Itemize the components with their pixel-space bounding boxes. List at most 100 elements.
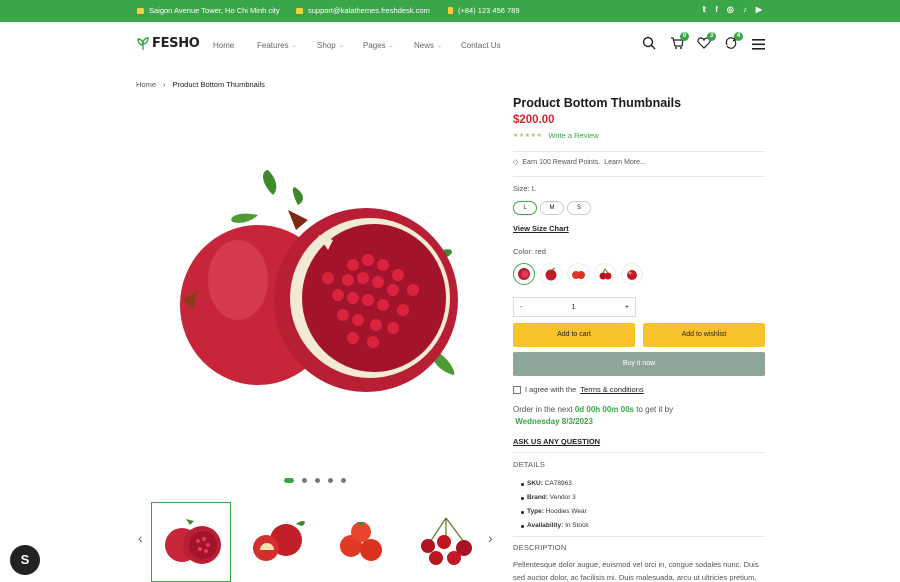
compare-button[interactable]: 4	[724, 32, 743, 52]
detail-key: Brand:	[527, 494, 548, 501]
product-info-panel: Product Bottom Thumbnails $200.00 ★★★★★ …	[513, 96, 765, 582]
terms-agreement: I agree with the Terms & conditions	[513, 385, 644, 394]
size-options: L M S	[513, 201, 591, 215]
detail-brand: Brand: Vendor 3	[521, 491, 589, 505]
divider	[513, 151, 765, 152]
search-button[interactable]	[642, 36, 656, 52]
buy-now-button[interactable]: Buy it now	[513, 352, 765, 376]
pomegranate-thumb-image	[165, 519, 221, 564]
learn-more-link[interactable]: Learn More...	[604, 159, 646, 166]
gallery-dot[interactable]	[341, 478, 346, 483]
email-text[interactable]: support@kalathemes.freshdesk.com	[308, 6, 430, 15]
breadcrumb-home[interactable]: Home	[136, 80, 156, 89]
thumbnail-strip: ‹ ›	[136, 500, 506, 582]
chevron-down-icon: ⌄	[437, 43, 443, 49]
color-swatch-berry[interactable]	[621, 263, 643, 285]
address-text: Saigon Avenue Tower, Ho Chi Minh city	[149, 6, 280, 15]
nav-item-pages[interactable]: Pages ⌄	[363, 41, 414, 50]
gallery-dot[interactable]	[315, 478, 320, 483]
menu-button[interactable]	[752, 39, 765, 52]
email-info[interactable]: support@kalathemes.freshdesk.com	[296, 6, 430, 15]
instagram-icon[interactable]: ◎	[727, 5, 734, 14]
shopify-badge-icon[interactable]: S	[10, 545, 40, 575]
order-mid: to get it by	[636, 405, 674, 414]
location-icon	[137, 7, 144, 14]
social-links: 𝕥 f ◎ ♪ ▶	[702, 5, 762, 14]
divider	[513, 176, 765, 177]
reward-text: Earn 100 Reward Points.	[522, 158, 601, 166]
tiktok-icon[interactable]: ♪	[743, 5, 747, 14]
facebook-icon[interactable]: f	[715, 5, 718, 14]
color-swatch-cherry[interactable]	[594, 263, 616, 285]
chevron-down-icon: ⌄	[388, 43, 394, 49]
add-to-wishlist-button[interactable]: Add to wishlist	[643, 323, 765, 347]
thumbnail-pomegranate[interactable]	[151, 502, 231, 582]
size-option-s[interactable]: S	[567, 201, 591, 215]
nav-item-contact[interactable]: Contact Us	[461, 41, 501, 50]
phone-text[interactable]: (+84) 123 456 789	[458, 6, 520, 15]
breadcrumb-current: Product Bottom Thumbnails	[172, 80, 265, 89]
cart-count-badge: 0	[680, 32, 689, 41]
detail-key: Availability:	[527, 522, 564, 529]
chevron-right-icon[interactable]: ›	[488, 530, 493, 546]
nav-item-home[interactable]: Home	[213, 41, 257, 50]
main-product-image[interactable]	[178, 170, 463, 405]
tomato-swatch-image	[572, 271, 585, 279]
size-option-l[interactable]: L	[513, 201, 537, 215]
gallery-dot[interactable]	[284, 478, 294, 483]
color-swatch-tomato[interactable]	[567, 263, 589, 285]
detail-value: CA78963	[544, 480, 572, 487]
qty-minus-button[interactable]: -	[520, 304, 522, 311]
ask-question-link[interactable]: ASK US ANY QUESTION	[513, 437, 600, 446]
add-to-cart-button[interactable]: Add to cart	[513, 323, 635, 347]
twitter-icon[interactable]: 𝕥	[702, 5, 706, 14]
detail-value: Vendor 3	[549, 494, 576, 501]
nav-item-features[interactable]: Features ⌄	[257, 41, 317, 50]
thumbnail-apples[interactable]	[236, 502, 316, 582]
wishlist-button[interactable]: 3	[697, 32, 716, 52]
size-option-m[interactable]: M	[540, 201, 564, 215]
review-row: ★★★★★ Write a Review	[513, 131, 765, 140]
nav-item-news[interactable]: News ⌄	[414, 41, 461, 50]
terms-checkbox[interactable]	[513, 385, 521, 394]
berry-swatch-image	[627, 270, 637, 280]
terms-link[interactable]: Terms & conditions	[580, 385, 643, 394]
phone-info[interactable]: (+84) 123 456 789	[448, 6, 520, 15]
diamond-icon: ◇	[513, 159, 519, 166]
leaf-logo-icon	[137, 36, 149, 50]
logo[interactable]: FESHO	[136, 36, 200, 51]
qty-plus-button[interactable]: +	[625, 304, 629, 311]
delivery-date: Wednesday 8/3/2023	[515, 417, 593, 426]
detail-key: SKU:	[527, 480, 543, 487]
gallery-dot[interactable]	[328, 478, 333, 483]
view-size-chart-link[interactable]: View Size Chart	[513, 224, 569, 233]
detail-value: In Stock	[565, 522, 589, 529]
countdown-timer: 0d 00h 00m 00s	[574, 405, 634, 414]
gallery-dot[interactable]	[302, 478, 307, 483]
order-countdown: Order in the next 0d 00h 00m 00s to get …	[513, 404, 713, 428]
description-heading: DESCRIPTION	[513, 543, 567, 552]
thumbnail-tomatoes[interactable]	[321, 502, 401, 582]
color-label: Color: red	[513, 247, 546, 256]
detail-key: Type:	[527, 508, 544, 515]
thumbnail-cherries[interactable]	[406, 502, 486, 582]
color-swatch-apple[interactable]	[540, 263, 562, 285]
address-info: Saigon Avenue Tower, Ho Chi Minh city	[137, 6, 280, 15]
breadcrumb-separator: ›	[163, 80, 166, 89]
color-swatch-pomegranate[interactable]	[513, 263, 535, 285]
write-review-link[interactable]: Write a Review	[548, 131, 598, 140]
details-list: SKU: CA78963 Brand: Vendor 3 Type: Hoodi…	[521, 477, 589, 533]
agree-text: I agree with the	[525, 385, 577, 394]
product-title: Product Bottom Thumbnails	[513, 96, 682, 110]
logo-text: FESHO	[152, 36, 200, 51]
chevron-left-icon[interactable]: ‹	[138, 530, 143, 546]
phone-icon	[448, 7, 453, 14]
cart-button[interactable]: 0	[670, 32, 689, 52]
compare-count-badge: 4	[734, 32, 743, 41]
site-header: FESHO Home Features ⌄ Shop ⌄ Pages ⌄ News ⌄ …	[0, 22, 900, 70]
size-label: Size: L	[513, 184, 536, 193]
youtube-icon[interactable]: ▶	[756, 5, 762, 14]
qty-input[interactable]: 1	[572, 304, 576, 311]
nav-item-shop[interactable]: Shop ⌄	[317, 41, 363, 50]
quantity-stepper: - 1 +	[513, 297, 636, 317]
